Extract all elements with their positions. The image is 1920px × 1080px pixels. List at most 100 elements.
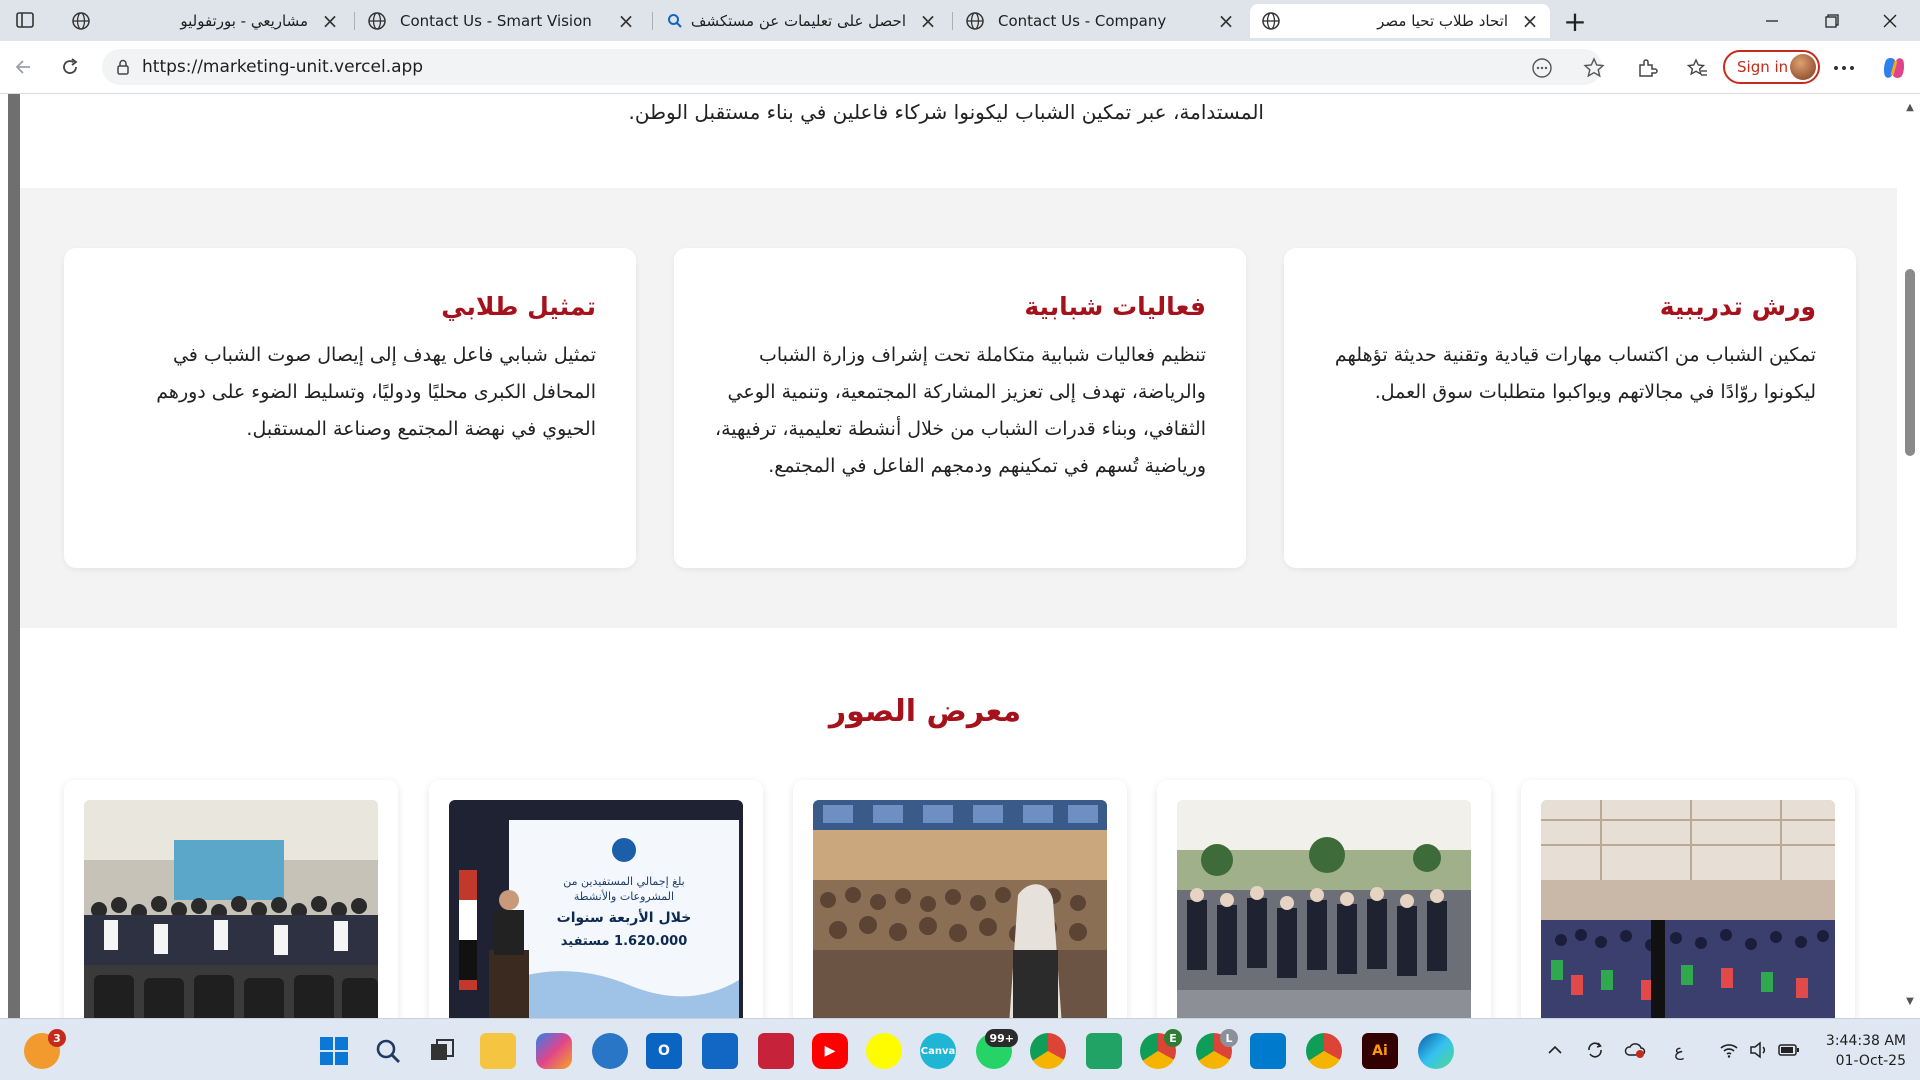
gallery-photo-card[interactable]: بلغ إجمالي المستفيدين من المشروعات والأن… <box>429 780 763 1018</box>
tab-title: احصل على تعليمات عن مستكشف الملفات في <box>686 12 906 30</box>
tab-contact-company[interactable]: Contact Us - Company × <box>954 4 1246 38</box>
tab-strip: مشاريعي - بورتفوليو × Contact Us - Smart… <box>0 0 1920 41</box>
extensions-icon[interactable] <box>1633 54 1661 82</box>
close-tab-icon[interactable]: × <box>918 9 938 33</box>
chrome-profile-1-icon[interactable]: E <box>1140 1029 1182 1069</box>
search-icon <box>664 10 686 32</box>
back-arrow-icon[interactable] <box>10 53 38 81</box>
banner-line-3: خلال الأربعة سنوات <box>557 909 692 926</box>
youtube-icon[interactable]: ▶ <box>812 1033 848 1069</box>
url-text[interactable]: https://marketing-unit.vercel.app <box>142 57 423 77</box>
canva-icon[interactable]: Canva <box>920 1033 956 1069</box>
new-tab-button[interactable]: + <box>1560 5 1590 38</box>
battery-icon[interactable] <box>1778 1039 1800 1061</box>
clock-date: 01-Oct-25 <box>1835 1053 1906 1069</box>
tab-title: Contact Us - Company <box>998 12 1167 30</box>
sign-in-label: Sign in <box>1737 58 1789 76</box>
illustrator-icon[interactable]: Ai <box>1362 1033 1398 1069</box>
gallery-photo-card[interactable] <box>1157 780 1491 1018</box>
scrollbar-thumb[interactable] <box>1905 269 1915 456</box>
sync-icon[interactable] <box>1584 1039 1606 1061</box>
card-text: تمكين الشباب من اكتساب مهارات قيادية وتق… <box>1334 344 1816 403</box>
gallery-photo-card[interactable] <box>64 780 398 1018</box>
whatsapp-icon[interactable]: 99+ <box>976 1029 1018 1069</box>
globe-icon <box>1260 10 1282 32</box>
favorite-star-icon[interactable] <box>1582 56 1606 80</box>
restore-button[interactable] <box>1804 0 1860 41</box>
address-bar[interactable]: https://marketing-unit.vercel.app <box>102 49 1605 85</box>
sign-in-button[interactable]: Sign in <box>1723 50 1820 84</box>
tab-smart-vision[interactable]: Contact Us - Smart Vision × <box>356 4 646 38</box>
gallery-title: معرض الصور <box>828 694 1022 729</box>
search-icon[interactable] <box>370 1033 406 1069</box>
start-menu-icon[interactable] <box>316 1033 352 1069</box>
control-panel-icon[interactable] <box>592 1033 628 1069</box>
tab-separator <box>354 12 355 30</box>
gallery-photo-stage-banner[interactable]: بلغ إجمالي المستفيدين من المشروعات والأن… <box>449 800 743 1018</box>
tab-title: Contact Us - Smart Vision <box>400 12 592 30</box>
chrome-icon[interactable] <box>1030 1033 1066 1069</box>
copilot-app-icon[interactable] <box>536 1033 572 1069</box>
outlook-icon[interactable]: O <box>646 1033 682 1069</box>
lock-icon[interactable] <box>114 58 132 76</box>
windows-taskbar: 3 O ▶ Canva 99+ E L Ai ع 3:44:38 AM 01-O… <box>0 1018 1920 1080</box>
tab-file-explorer-help[interactable]: احصل على تعليمات عن مستكشف الملفات في × <box>654 4 948 38</box>
gallery-photo-auditorium-audience[interactable] <box>813 800 1107 1018</box>
more-options-circle-icon[interactable] <box>1530 56 1554 80</box>
scroll-up-arrow-icon[interactable]: ▲ <box>1904 102 1916 114</box>
wifi-icon[interactable] <box>1718 1039 1740 1061</box>
chrome-profile-2-icon[interactable]: L <box>1196 1029 1238 1069</box>
show-hidden-icons-chevron-icon[interactable] <box>1544 1039 1566 1061</box>
card-text: تنظيم فعاليات شبابية متكاملة تحت إشراف و… <box>714 344 1206 477</box>
close-tab-icon[interactable]: × <box>1216 9 1236 33</box>
gallery-photo-outdoor-event[interactable] <box>1177 800 1471 1018</box>
scroll-down-arrow-icon[interactable]: ▼ <box>1904 996 1916 1008</box>
gallery-photo-card[interactable] <box>1521 780 1855 1018</box>
card-title: تمثيل طلابي <box>441 292 596 321</box>
settings-more-icon[interactable] <box>1830 54 1858 82</box>
tab-actions-menu-icon[interactable] <box>12 8 38 32</box>
language-indicator[interactable]: ع <box>1668 1039 1690 1061</box>
service-card-events: فعاليات شبابية تنظيم فعاليات شبابية متكا… <box>674 248 1246 568</box>
globe-icon <box>366 10 388 32</box>
screen-recorder-icon[interactable] <box>758 1033 794 1069</box>
weather-widget-icon[interactable]: 3 <box>24 1029 66 1069</box>
excel-icon[interactable] <box>1086 1033 1122 1069</box>
tab-title: اتحاد طلاب تحيا مصر <box>1377 12 1508 30</box>
card-title: ورش تدريبية <box>1659 292 1816 321</box>
copilot-icon[interactable] <box>1880 54 1908 82</box>
gallery-photo-card[interactable] <box>793 780 1127 1018</box>
globe-icon <box>70 10 92 32</box>
chrome-profile-3-icon[interactable] <box>1306 1033 1342 1069</box>
file-explorer-icon[interactable] <box>480 1033 516 1069</box>
cloud-offline-icon[interactable] <box>1624 1039 1646 1061</box>
banner-line-2: المشروعات والأنشطة <box>574 889 674 903</box>
chrome-profile-badge: L <box>1220 1029 1238 1047</box>
clock-time: 3:44:38 AM <box>1825 1033 1906 1049</box>
chrome-profile-badge: E <box>1164 1029 1182 1047</box>
vscode-icon[interactable] <box>1250 1033 1286 1069</box>
card-title: فعاليات شبابية <box>1024 292 1206 321</box>
gallery-photo-conference-hall[interactable] <box>1541 800 1835 1018</box>
snapchat-icon[interactable] <box>866 1033 902 1069</box>
tab-portfolio[interactable]: مشاريعي - بورتفوليو × <box>60 4 350 38</box>
close-tab-icon[interactable]: × <box>616 9 636 33</box>
system-clock[interactable]: 3:44:38 AM 01-Oct-25 <box>1806 1031 1906 1071</box>
favorites-collection-icon[interactable] <box>1683 54 1711 82</box>
tab-separator <box>952 12 953 30</box>
gallery-photo-group-picture[interactable] <box>84 800 378 1018</box>
vertical-scrollbar[interactable]: ▲ ▼ <box>1900 94 1920 1018</box>
task-view-icon[interactable] <box>424 1033 460 1069</box>
minimize-button[interactable] <box>1744 0 1800 41</box>
close-tab-icon[interactable]: × <box>320 9 340 33</box>
tab-title: مشاريعي - بورتفوليو <box>180 12 308 30</box>
edge-icon[interactable] <box>1418 1033 1454 1069</box>
volume-icon[interactable] <box>1748 1039 1770 1061</box>
service-card-representation: تمثيل طلابي تمثيل شبابي فاعل يهدف إلى إي… <box>64 248 636 568</box>
close-tab-icon[interactable]: × <box>1520 9 1540 33</box>
microsoft-store-icon[interactable] <box>702 1033 738 1069</box>
refresh-icon[interactable] <box>56 53 84 81</box>
close-window-button[interactable] <box>1862 0 1918 41</box>
banner-line-1: بلغ إجمالي المستفيدين من <box>563 875 684 888</box>
tab-tahya-misr[interactable]: اتحاد طلاب تحيا مصر × <box>1250 4 1550 38</box>
